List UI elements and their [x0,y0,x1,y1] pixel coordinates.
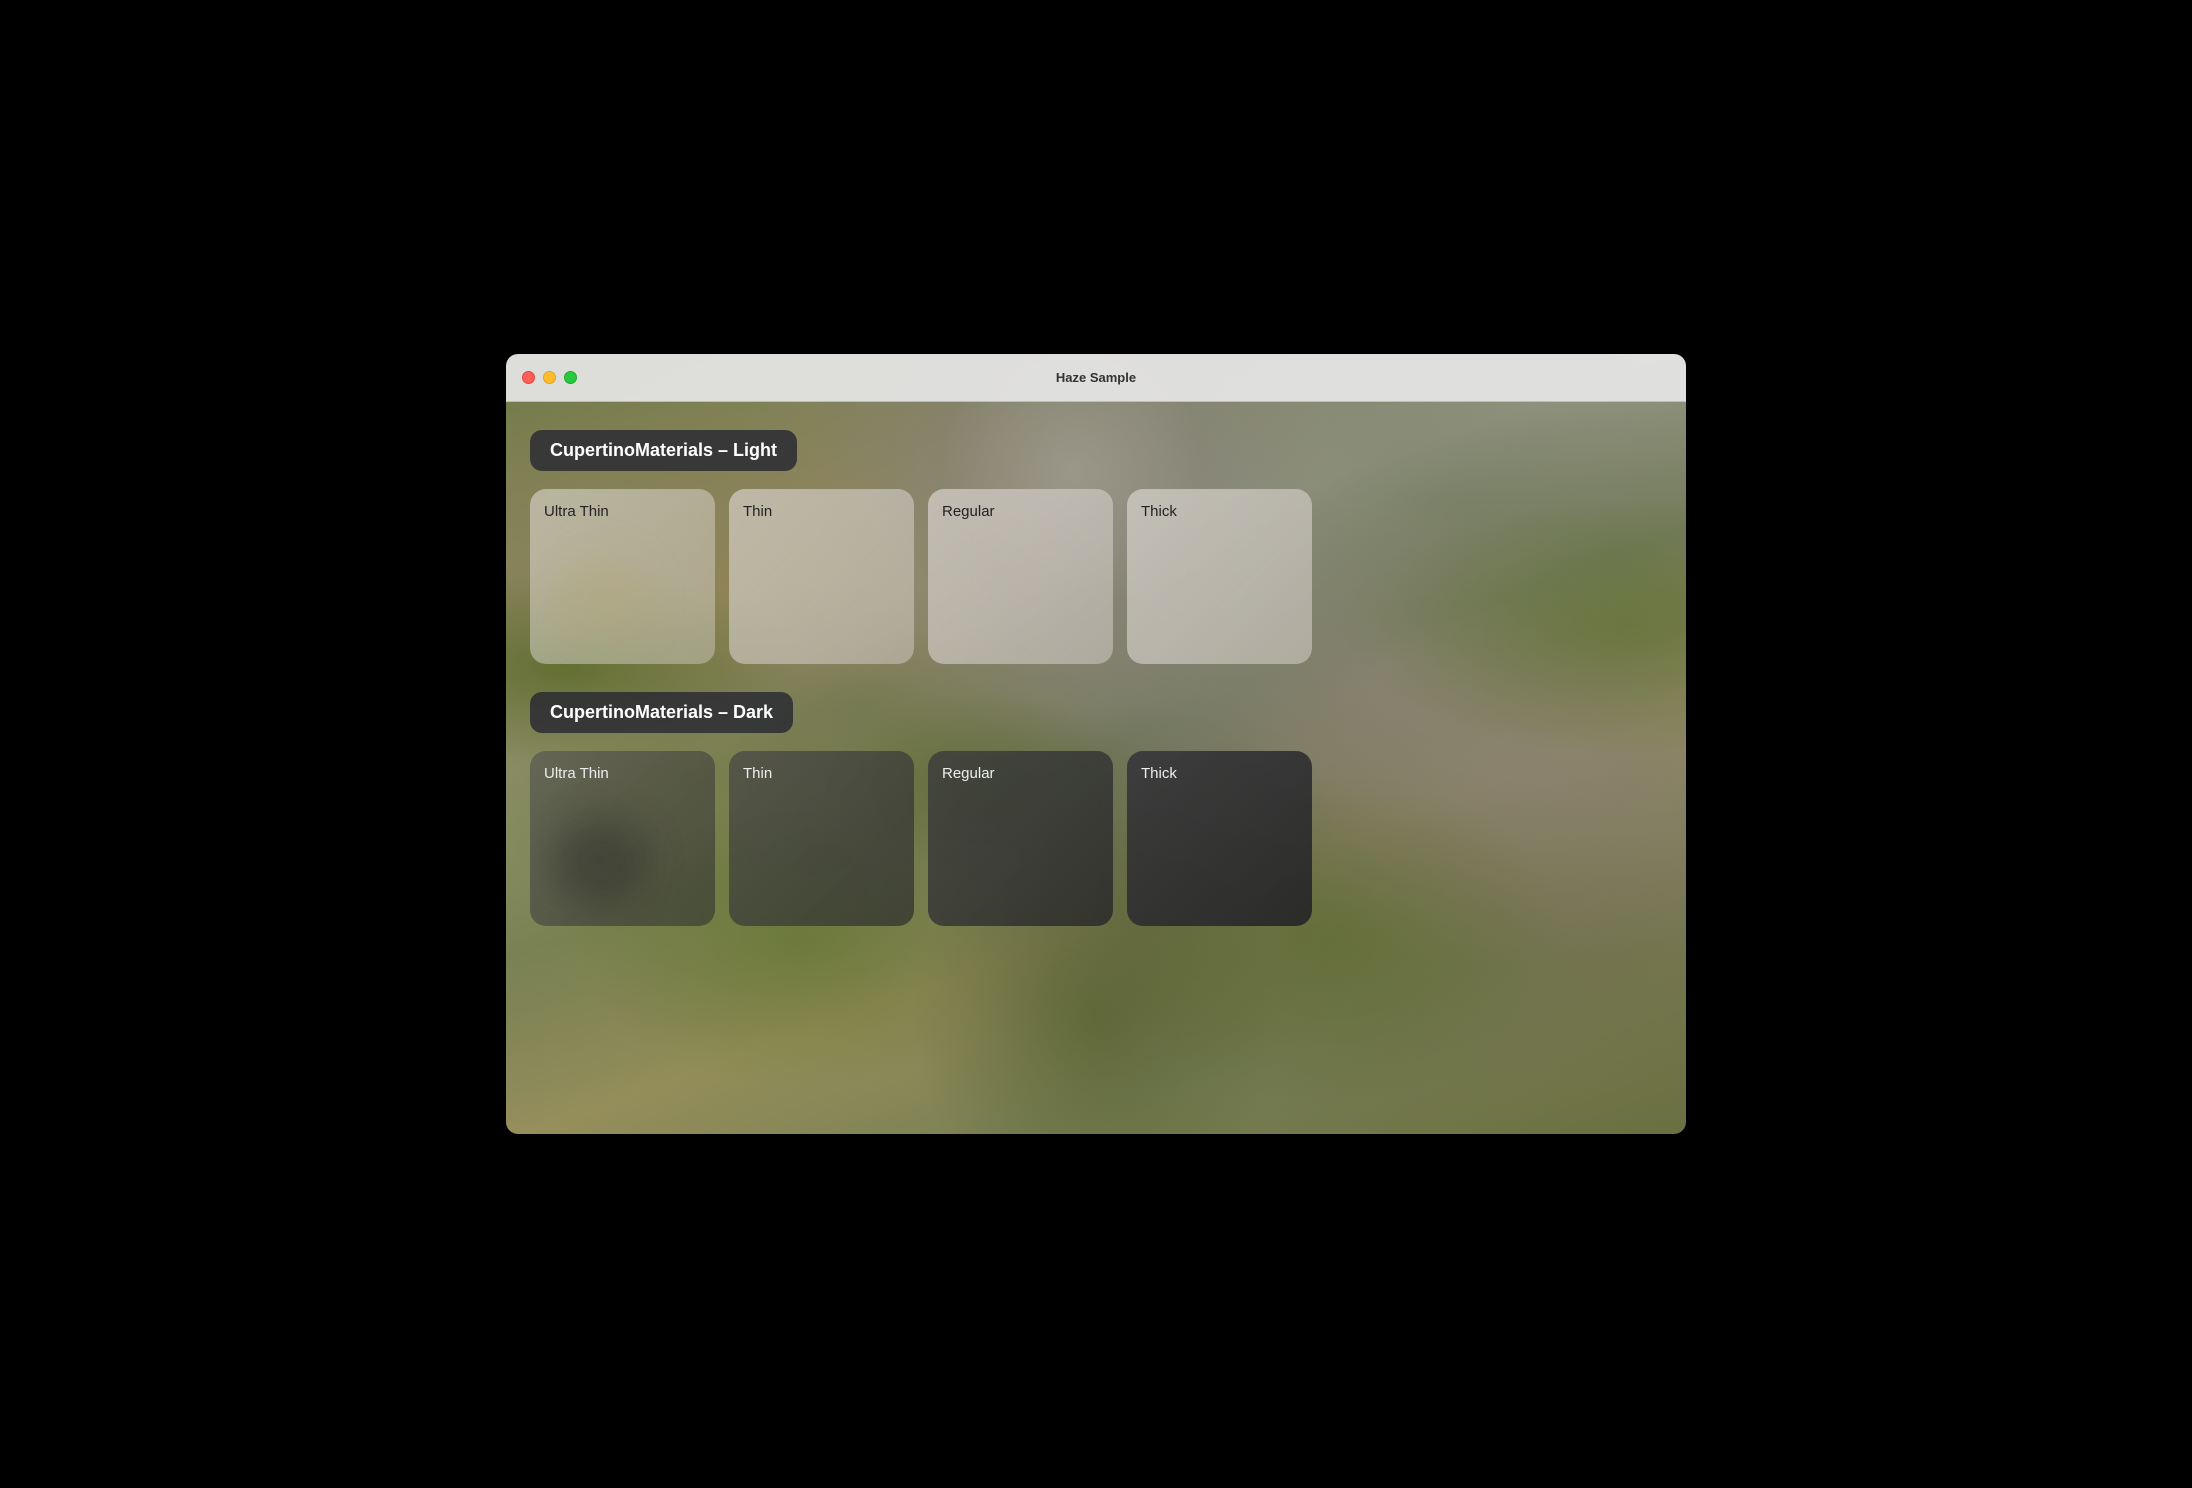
label-thin-dark: Thin [743,765,772,782]
traffic-lights [522,371,577,384]
card-ultra-thin-light: Ultra Thin [530,489,715,664]
blob-ultra-thin-dark [550,816,650,906]
card-thin-light: Thin [729,489,914,664]
label-ultra-thin-light: Ultra Thin [544,503,609,520]
label-regular-dark: Regular [942,765,995,782]
card-regular-light: Regular [928,489,1113,664]
maximize-button[interactable] [564,371,577,384]
light-section-label: CupertinoMaterials – Light [530,430,797,471]
title-bar: Haze Sample [506,354,1686,402]
close-button[interactable] [522,371,535,384]
label-thin-light: Thin [743,503,772,520]
card-thick-light: Thick [1127,489,1312,664]
label-ultra-thin-dark: Ultra Thin [544,765,609,782]
label-regular-light: Regular [942,503,995,520]
card-thick-dark: Thick [1127,751,1312,926]
card-ultra-thin-dark: Ultra Thin [530,751,715,926]
dark-section-label: CupertinoMaterials – Dark [530,692,793,733]
dark-section: CupertinoMaterials – Dark Ultra Thin Thi… [530,692,1662,926]
light-materials-row: Ultra Thin Thin Regular Thick [530,489,1662,664]
label-thick-light: Thick [1141,503,1177,520]
card-regular-dark: Regular [928,751,1113,926]
card-thin-dark: Thin [729,751,914,926]
main-content: CupertinoMaterials – Light Ultra Thin Th… [506,402,1686,1134]
app-window: Haze Sample CupertinoMaterials – Light U… [506,354,1686,1134]
blob-ultra-thin-light [550,554,650,644]
label-thick-dark: Thick [1141,765,1177,782]
minimize-button[interactable] [543,371,556,384]
light-section: CupertinoMaterials – Light Ultra Thin Th… [530,430,1662,664]
window-title: Haze Sample [1056,370,1136,385]
dark-materials-row: Ultra Thin Thin Regular Thick [530,751,1662,926]
